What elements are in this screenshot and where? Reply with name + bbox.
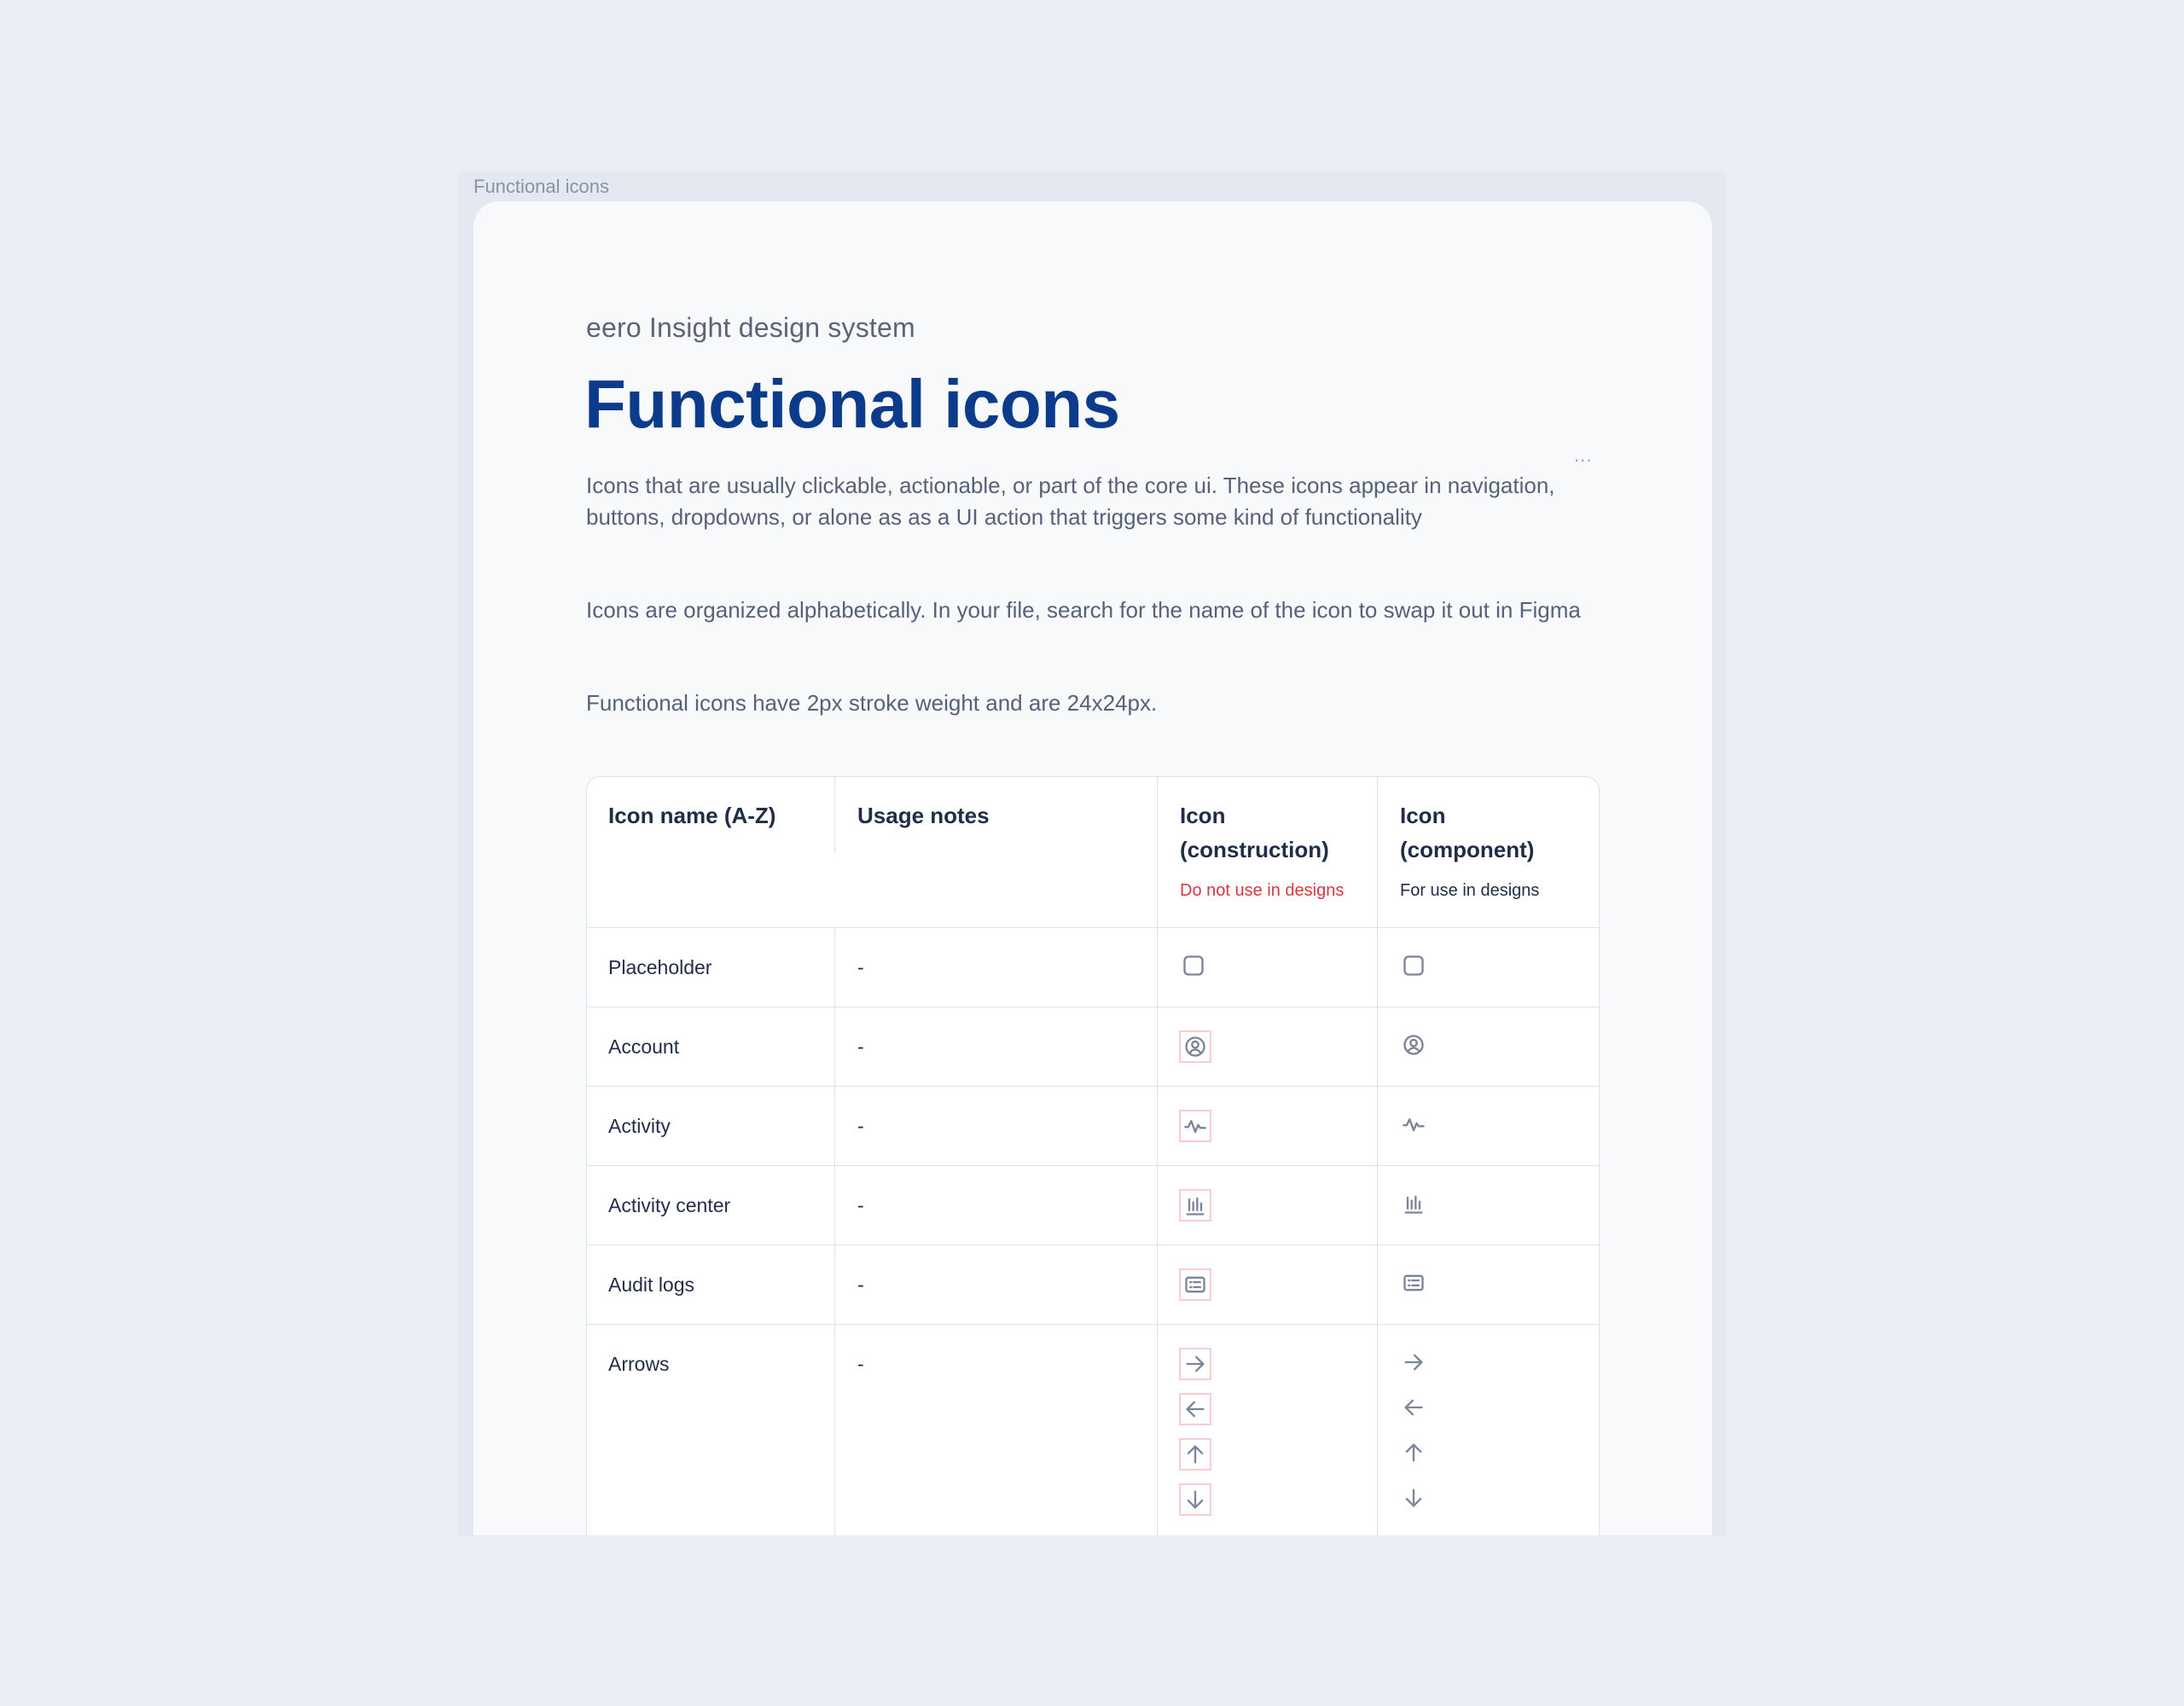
frame-label[interactable]: Functional icons [473, 176, 609, 198]
arrow-down-icon[interactable] [1399, 1483, 1432, 1516]
header-component-line2: (component) [1400, 837, 1535, 862]
audit-logs-icon [1179, 1268, 1211, 1301]
usage-notes-cell: - [857, 1274, 864, 1296]
header-icon-name: Icon name (A-Z) [608, 803, 776, 828]
component-usage-note: For use in designs [1400, 881, 1540, 900]
table-row: Activity center - [587, 1166, 1599, 1245]
icon-name-cell: Activity [608, 1115, 671, 1137]
description-paragraph: Icons are organized alphabetically. In y… [586, 597, 1581, 623]
icon-name-cell: Arrows [608, 1353, 670, 1375]
arrow-right-icon[interactable] [1399, 1348, 1432, 1380]
arrow-up-icon[interactable] [1399, 1438, 1432, 1471]
usage-notes-cell: - [857, 1115, 864, 1137]
header-component-line1: Icon [1400, 803, 1446, 828]
arrow-up-icon [1179, 1438, 1211, 1471]
arrow-right-icon [1179, 1348, 1211, 1380]
page-eyebrow: eero Insight design system [586, 312, 915, 343]
icon-table: Icon name (A-Z) Usage notes Icon (constr… [586, 776, 1600, 1535]
audit-logs-icon[interactable] [1399, 1268, 1432, 1301]
more-options-icon[interactable]: ... [1574, 444, 1592, 467]
header-construction-line1: Icon [1180, 803, 1226, 828]
header-construction-line2: (construction) [1180, 837, 1329, 862]
icon-name-cell: Audit logs [608, 1274, 695, 1296]
arrow-left-icon[interactable] [1399, 1393, 1432, 1425]
account-icon[interactable] [1399, 1030, 1432, 1063]
usage-notes-cell: - [857, 1194, 864, 1216]
page-title: Functional icons [584, 366, 1120, 442]
construction-warning-note: Do not use in designs [1180, 881, 1345, 900]
table-row: Account - [587, 1007, 1599, 1087]
account-icon [1179, 1030, 1211, 1063]
activity-center-icon[interactable] [1399, 1189, 1432, 1221]
header-icon-construction: Icon (construction) [1180, 798, 1329, 867]
description-paragraph: Icons that are usually clickable, action… [586, 473, 1555, 530]
activity-center-icon [1179, 1189, 1211, 1221]
table-row: Activity - [587, 1087, 1599, 1166]
activity-icon[interactable] [1399, 1110, 1432, 1142]
documentation-card: eero Insight design system Functional ic… [473, 201, 1712, 1535]
description-paragraph: Functional icons have 2px stroke weight … [586, 690, 1158, 716]
icon-name-cell: Activity center [608, 1194, 731, 1216]
header-icon-component: Icon (component) [1400, 798, 1534, 867]
table-row: Placeholder - [587, 928, 1599, 1007]
arrow-left-icon [1179, 1393, 1211, 1425]
placeholder-icon[interactable] [1399, 951, 1432, 984]
placeholder-icon [1179, 951, 1211, 984]
icon-name-cell: Account [608, 1036, 680, 1058]
activity-icon [1179, 1110, 1211, 1142]
arrow-down-icon [1179, 1483, 1211, 1516]
header-usage-notes: Usage notes [857, 803, 990, 828]
usage-notes-cell: - [857, 956, 864, 978]
usage-notes-cell: - [857, 1036, 864, 1058]
icon-name-cell: Placeholder [608, 956, 712, 978]
table-row: Arrows - [587, 1325, 1599, 1535]
usage-notes-cell: - [857, 1353, 864, 1375]
table-row: Audit logs - [587, 1245, 1599, 1325]
table-header: Icon name (A-Z) Usage notes Icon (constr… [587, 777, 1599, 928]
